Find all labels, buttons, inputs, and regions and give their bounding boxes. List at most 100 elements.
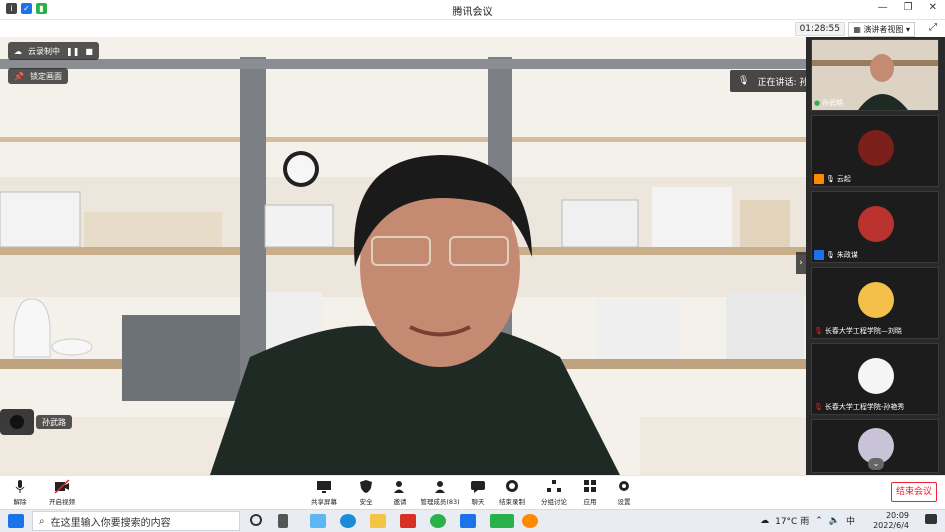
end-recording-button[interactable]: 结束录制 [492, 479, 532, 506]
apps-icon [584, 480, 596, 492]
wps-icon[interactable] [400, 514, 416, 528]
participant-name: 云起 [836, 175, 851, 183]
avatar [858, 206, 894, 242]
chrome-icon[interactable] [522, 514, 538, 528]
chat-icon [471, 481, 485, 493]
start-video-button[interactable]: 开启视频 [42, 479, 82, 506]
task-view-icon[interactable] [278, 514, 288, 528]
participant-name: 长春大学工程学院-孙艳秀 [824, 403, 905, 411]
recording-indicator: ☁ 云录制中 ❚❚ ■ [8, 42, 99, 60]
share-screen-button[interactable]: 共享屏幕 [304, 479, 344, 506]
windows-start-icon[interactable] [8, 514, 24, 528]
stop-icon[interactable]: ■ [85, 47, 93, 56]
breakout-label: 分组讨论 [541, 498, 567, 506]
invite-label: 邀请 [393, 498, 407, 506]
shield-icon [360, 480, 372, 493]
restore-icon[interactable]: ❐ [904, 2, 913, 13]
clock[interactable]: 20:09 2022/6/4 [873, 511, 909, 531]
search-placeholder: 在这里输入你要搜索的内容 [50, 517, 171, 529]
ime-label[interactable]: 中 [846, 514, 855, 527]
close-icon[interactable]: ✕ [929, 2, 937, 13]
end-meeting-button[interactable]: 结束会议 [891, 482, 937, 502]
edge-icon[interactable] [340, 514, 356, 528]
collapse-sidebar-icon[interactable]: › [796, 252, 806, 274]
cloud-icon: ☁ [14, 46, 22, 56]
unmute-label: 解除 [13, 498, 27, 506]
meeting-toolbar: 解除 开启视频 共享屏幕 安全 邀请 管理成员(83) 聊天 结束录制 分组讨论… [0, 475, 945, 509]
participant-tile[interactable]: 🎙 朱政谋 [811, 191, 939, 263]
user-badge-icon [814, 250, 824, 260]
minimize-icon[interactable]: — [878, 2, 888, 13]
unmute-button[interactable]: 解除 [0, 479, 40, 506]
participant-label: 🎙 云起 [814, 174, 851, 184]
meeting-top-row: 01:28:55 ▦ 演讲者视图 ▾ ⤢ [0, 20, 945, 37]
clock-time: 20:09 [885, 511, 909, 520]
clock-date: 2022/6/4 [873, 521, 909, 530]
avatar [858, 130, 894, 166]
mic-icon: 🎙 [826, 175, 835, 183]
file-explorer-icon[interactable] [370, 514, 386, 528]
pin-icon: 📌 [14, 71, 24, 81]
participant-name: 朱政谋 [836, 251, 858, 259]
self-name: 孙武路 [42, 417, 66, 427]
scroll-down-icon[interactable]: ⌄ [868, 458, 884, 470]
participant-label: 🎙 长春大学工程学院-孙艳秀 [814, 402, 904, 412]
pin-view-button[interactable]: 📌 锁定画面 [8, 68, 68, 84]
cortana-icon[interactable] [250, 514, 262, 526]
microphone-icon [15, 480, 25, 493]
host-badge-icon [814, 174, 824, 184]
participant-tile[interactable]: 🎙 云起 [811, 115, 939, 187]
participant-label: ● 孙武略 [814, 98, 843, 108]
breakout-icon [547, 480, 561, 492]
apps-label: 应用 [583, 498, 597, 506]
camera-off-icon [54, 479, 70, 494]
main-video-stage: ☁ 云录制中 ❚❚ ■ 📌 锁定画面 孙武路 › [0, 37, 806, 475]
window-controls: — ❐ ✕ [878, 2, 937, 13]
ie-icon[interactable] [430, 514, 446, 528]
settings-button[interactable]: 设置 [604, 479, 644, 506]
notification-icon[interactable] [925, 514, 937, 524]
gear-icon [619, 481, 629, 491]
chat-label: 聊天 [471, 498, 485, 506]
app-title: 腾讯会议 [452, 7, 493, 18]
avatar [858, 282, 894, 318]
view-mode-dropdown[interactable]: ▦ 演讲者视图 ▾ [848, 22, 915, 37]
participant-tile[interactable]: 🎙 长春大学工程学院—刘晓 [811, 267, 939, 339]
share-screen-icon [317, 481, 331, 493]
fullscreen-icon[interactable]: ⤢ [929, 22, 937, 33]
start-video-label: 开启视频 [49, 498, 75, 506]
chevron-up-icon[interactable]: ⌃ [815, 516, 823, 526]
view-mode-label: 演讲者视图 [863, 25, 904, 34]
participant-label: 🎙 朱政谋 [814, 250, 858, 260]
taskbar-search-input[interactable]: ⌕ 在这里输入你要搜索的内容 [32, 511, 240, 531]
volume-icon[interactable]: 🔈 [829, 516, 840, 526]
manage-members-button[interactable]: 管理成员(83) [418, 479, 462, 506]
participant-tile[interactable]: ● 孙武略 [811, 39, 939, 111]
settings-label: 设置 [617, 498, 631, 506]
participant-name: 孙武略 [822, 99, 844, 107]
meeting-timer: 01:28:55 [794, 22, 845, 36]
participant-tile[interactable]: 🎙 长春大学工程学院-孙艳秀 [811, 343, 939, 415]
add-user-icon [394, 481, 404, 493]
pause-icon[interactable]: ❚❚ [66, 47, 79, 56]
mic-muted-icon: 🎙 [814, 403, 823, 411]
app-icon[interactable] [310, 514, 326, 528]
search-icon: ⌕ [39, 515, 45, 527]
invite-button[interactable]: 邀请 [380, 479, 420, 506]
pin-view-label: 锁定画面 [29, 71, 62, 81]
self-name-tag: 孙武路 [36, 415, 72, 429]
speaker-video [0, 37, 806, 475]
weather-icon: ☁ [760, 515, 770, 526]
record-icon [506, 480, 518, 492]
windows-taskbar: ⌕ 在这里输入你要搜索的内容 ☁ 17°C 雨 ⌃ 🔈 中 20:09 2022… [0, 509, 945, 532]
participant-tile[interactable]: ⌄ [811, 419, 939, 473]
chevron-down-icon: ▾ [905, 25, 910, 34]
wechat-icon[interactable] [490, 514, 514, 528]
participant-sidebar[interactable]: ● 孙武略 🎙 云起 🎙 朱政谋 🎙 长春大学工程学院—刘晓 🎙 长春大学工程学… [806, 37, 945, 475]
participant-name: 长春大学工程学院—刘晓 [824, 327, 902, 335]
mic-icon: 🎙 [738, 76, 750, 86]
title-bar: i ✓ ▮ 腾讯会议 — ❐ ✕ [0, 0, 945, 20]
tencent-meeting-icon[interactable] [460, 514, 476, 528]
breakout-button[interactable]: 分组讨论 [534, 479, 574, 506]
share-screen-label: 共享屏幕 [311, 498, 337, 506]
